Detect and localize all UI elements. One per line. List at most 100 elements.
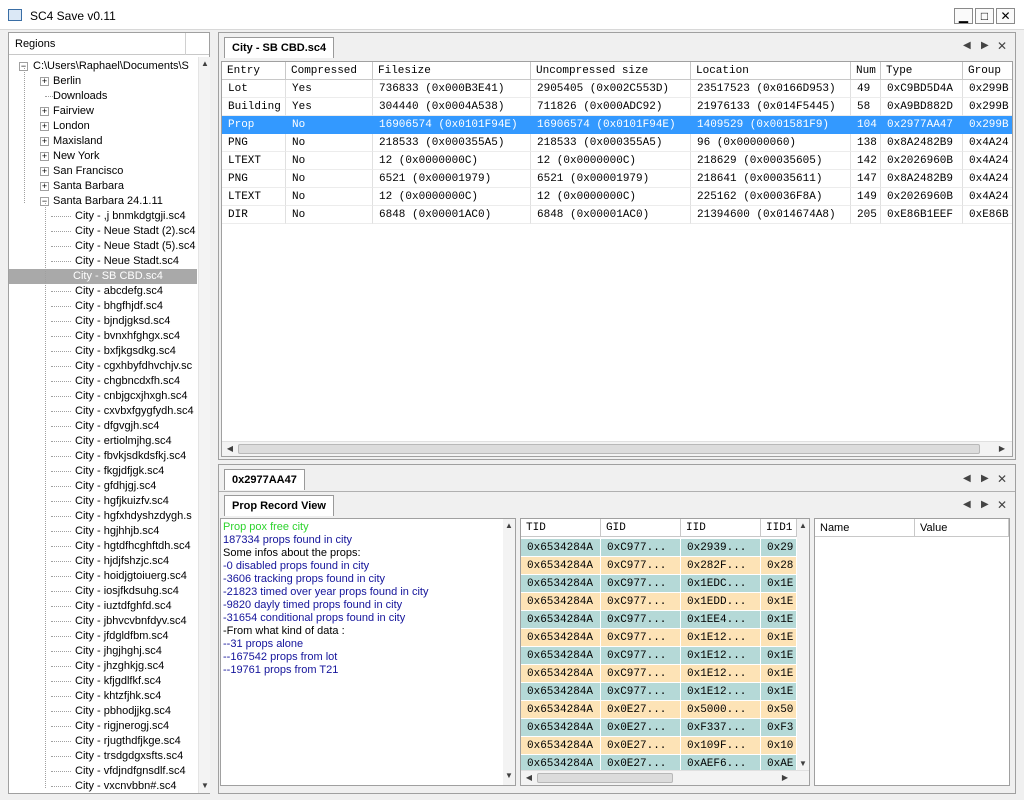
table-row[interactable]: LTEXT No 12 (0x0000000C) 12 (0x0000000C) 225…	[222, 188, 1012, 206]
table-row[interactable]: Building Yes 304440 (0x0004A538) 711826 (0x…	[222, 98, 1012, 116]
tree-file-item[interactable]: City - vxcnvbbn#.sc4	[73, 779, 178, 793]
table-row[interactable]: 0x6534284A 0x0E27... 0xF337... 0xF3	[521, 719, 797, 737]
tree-file-item[interactable]: City - jhgjhghj.sc4	[73, 644, 164, 659]
column-header[interactable]: IID	[681, 519, 761, 537]
tree-file-item[interactable]: City - trsdgdgxsfts.sc4	[73, 749, 185, 764]
expander-icon[interactable]: +	[40, 182, 49, 191]
close-subtab-icon[interactable]: ✕	[997, 498, 1007, 512]
info-scrollbar[interactable]: ▲ ▼	[503, 519, 515, 785]
table-row[interactable]: 0x6534284A 0xC977... 0x1E12... 0x1E	[521, 647, 797, 665]
column-header[interactable]: Uncompressed size	[531, 62, 691, 80]
expander-icon[interactable]: +	[40, 137, 49, 146]
column-header[interactable]: IID1	[761, 519, 797, 537]
tree-file-item[interactable]: City - dfgvgjh.sc4	[73, 419, 161, 434]
tree-file-item[interactable]: City - bhgfhjdf.sc4	[73, 299, 165, 314]
table-row[interactable]: 0x6534284A 0x0E27... 0x109F... 0x10	[521, 737, 797, 755]
scroll-up-icon[interactable]: ▲	[503, 519, 515, 533]
table-row[interactable]: DIR No 6848 (0x00001AC0) 6848 (0x00001AC0) 2…	[222, 206, 1012, 224]
entries-table[interactable]: Entry Compressed Filesize Uncompressed size…	[221, 61, 1013, 457]
table-row[interactable]: 0x6534284A 0xC977... 0x1EDD... 0x1E	[521, 593, 797, 611]
table-row[interactable]: LTEXT No 12 (0x0000000C) 12 (0x0000000C) 218…	[222, 152, 1012, 170]
tree-file-item[interactable]: City - jbhvcvbnfdyv.sc4	[73, 614, 189, 629]
tree-file-item[interactable]: City - Neue Stadt.sc4	[73, 254, 181, 269]
column-header[interactable]: Value	[915, 519, 1009, 537]
records-hscroll-thumb[interactable]	[537, 773, 673, 783]
tree-file-item[interactable]: City - hjdjfshzjc.sc4	[73, 554, 171, 569]
column-header[interactable]: Filesize	[373, 62, 531, 80]
scroll-right-icon[interactable]: ▶	[996, 442, 1008, 456]
tree-scrollbar[interactable]: ▲ ▼	[198, 57, 210, 793]
scroll-down-icon[interactable]: ▼	[797, 757, 809, 771]
records-table[interactable]: TID GID IID IID1 0x6534284A 0xC977... 0x2939.…	[520, 518, 810, 786]
table-row[interactable]: PNG No 6521 (0x00001979) 6521 (0x00001979) 2…	[222, 170, 1012, 188]
tree-file-item[interactable]: City - cnbjgcxjhxgh.sc4	[73, 389, 190, 404]
scroll-left-icon[interactable]: ◀	[523, 771, 535, 785]
expander-icon[interactable]: +	[40, 122, 49, 131]
tree-file-item[interactable]: City - fbvkjsdkdsfkj.sc4	[73, 449, 188, 464]
tree-file-item[interactable]: City - bxfjkgsdkg.sc4	[73, 344, 178, 359]
tree-folder-item[interactable]: Berlin	[51, 74, 83, 89]
close-tab-icon[interactable]: ✕	[997, 39, 1007, 53]
prev-subtab-icon[interactable]: ◀	[963, 499, 971, 510]
column-header[interactable]: Compressed	[286, 62, 373, 80]
column-header[interactable]: Group	[963, 62, 1012, 80]
tree-file-item[interactable]: City - hgjhhjb.sc4	[73, 524, 161, 539]
tree-file-item[interactable]: City - chgbncdxfh.sc4	[73, 374, 182, 389]
tree-file-item[interactable]: City - hoidjgtoiuerg.sc4	[73, 569, 189, 584]
scroll-up-icon[interactable]: ▲	[199, 57, 211, 71]
region-tree[interactable]: − C:\Users\Raphael\Documents\S + Berlin Down…	[9, 57, 197, 793]
tree-file-item[interactable]: City - fkgjdfjgk.sc4	[73, 464, 166, 479]
tree-file-item[interactable]: City - hgfjkuizfv.sc4	[73, 494, 171, 509]
tree-folder-item[interactable]: Downloads	[51, 89, 109, 104]
tree-file-item[interactable]: City - rigjnerogj.sc4	[73, 719, 171, 734]
tree-file-item[interactable]: City - cgxhbyfdhvchjv.sc	[73, 359, 194, 374]
tab-prop-record-view[interactable]: Prop Record View	[224, 495, 334, 516]
tree-folder-item[interactable]: Santa Barbara 24.1.11	[51, 194, 165, 209]
column-header[interactable]: TID	[521, 519, 601, 537]
table-row[interactable]: 0x6534284A 0xC977... 0x1EE4... 0x1E	[521, 611, 797, 629]
scroll-down-icon[interactable]: ▼	[503, 769, 515, 783]
tree-file-item[interactable]: City - ertiolmjhg.sc4	[73, 434, 174, 449]
tree-file-item[interactable]: City - Neue Stadt (5).sc4	[73, 239, 197, 254]
table-row[interactable]: 0x6534284A 0xC977... 0x282F... 0x28	[521, 557, 797, 575]
tree-file-item[interactable]: City - abcdefg.sc4	[73, 284, 165, 299]
tree-file-item[interactable]: City - bjndjgksd.sc4	[73, 314, 172, 329]
tree-file-item[interactable]: City - hgfxhdyshzdygh.s	[73, 509, 194, 524]
next-subtab-icon[interactable]: ▶	[981, 499, 989, 510]
table-row[interactable]: 0x6534284A 0xC977... 0x1E12... 0x1E	[521, 629, 797, 647]
table-row[interactable]: Lot Yes 736833 (0x000B3E41) 2905405 (0x002C…	[222, 80, 1012, 98]
tree-file-item[interactable]: City - pbhodjjkg.sc4	[73, 704, 173, 719]
tree-root-folder[interactable]: C:\Users\Raphael\Documents\S	[31, 59, 191, 74]
close-button[interactable]: ✕	[996, 8, 1015, 24]
tree-file-item[interactable]: City - rjugthdfjkge.sc4	[73, 734, 183, 749]
table-row[interactable]: 0x6534284A 0xC977... 0x1EDC... 0x1E	[521, 575, 797, 593]
minimize-button[interactable]: ▁	[954, 8, 973, 24]
prev-tab-icon[interactable]: ◀	[963, 40, 971, 51]
column-header[interactable]: Name	[815, 519, 915, 537]
scroll-down-icon[interactable]: ▼	[199, 779, 211, 793]
tab-city-file[interactable]: City - SB CBD.sc4	[224, 37, 335, 58]
tree-file-item[interactable]: City - SB CBD.sc4	[9, 269, 197, 284]
table-row[interactable]: PNG No 218533 (0x000355A5) 218533 (0x000355…	[222, 134, 1012, 152]
tree-file-item[interactable]: City - bvnxhfghgx.sc4	[73, 329, 182, 344]
table-row[interactable]: Prop No 16906574 (0x0101F94E) 16906574 (0x0…	[222, 116, 1012, 134]
table-row[interactable]: 0x6534284A 0xC977... 0x1E12... 0x1E	[521, 665, 797, 683]
table-row[interactable]: 0x6534284A 0x0E27... 0x5000... 0x50	[521, 701, 797, 719]
tree-folder-item[interactable]: Fairview	[51, 104, 96, 119]
maximize-button[interactable]: □	[975, 8, 994, 24]
tree-file-item[interactable]: City - ,j bnmkdgtgji.sc4	[73, 209, 188, 224]
tree-file-item[interactable]: City - jfdgldfbm.sc4	[73, 629, 171, 644]
next-tab-icon[interactable]: ▶	[981, 40, 989, 51]
records-hscrollbar[interactable]: ◀ ▶	[521, 770, 809, 785]
scroll-right-icon[interactable]: ▶	[779, 771, 791, 785]
close-tab-icon[interactable]: ✕	[997, 472, 1007, 486]
column-header[interactable]: Entry	[222, 62, 286, 80]
prop-info-text[interactable]: Prop pox free city 187334 props found in …	[220, 518, 516, 786]
properties-table[interactable]: Name Value	[814, 518, 1010, 786]
column-header[interactable]: Num	[851, 62, 881, 80]
tree-file-item[interactable]: City - iosjfkdsuhg.sc4	[73, 584, 181, 599]
table-row[interactable]: 0x6534284A 0xC977... 0x2939... 0x29	[521, 539, 797, 557]
tree-folder-item[interactable]: New York	[51, 149, 101, 164]
tree-file-item[interactable]: City - hgtdfhcghftdh.sc4	[73, 539, 193, 554]
tree-folder-item[interactable]: San Francisco	[51, 164, 125, 179]
